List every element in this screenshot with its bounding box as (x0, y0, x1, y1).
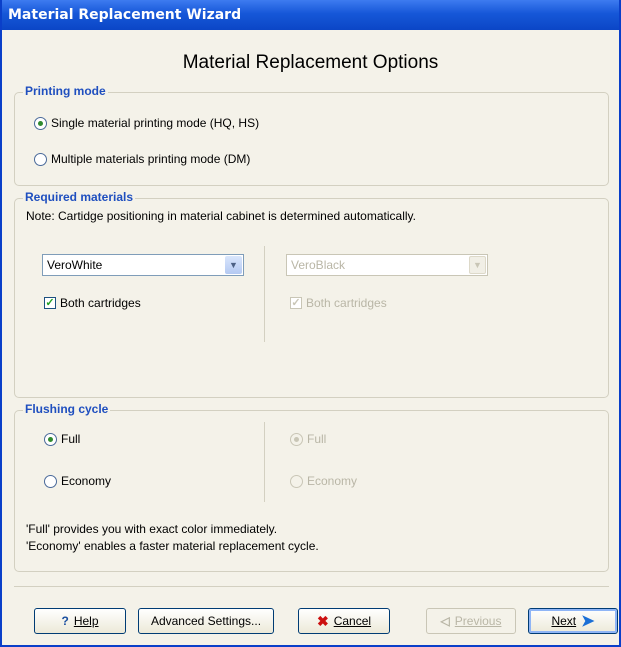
left-material-value: VeroWhite (47, 258, 103, 272)
printing-mode-group: Printing mode (14, 84, 609, 186)
cancel-button[interactable]: ✖ Cancel (298, 608, 390, 634)
right-full-radio: Full (290, 432, 326, 446)
previous-label: Previous (454, 614, 502, 628)
right-material-dropdown: VeroBlack ▼ (286, 254, 488, 276)
flushing-info-line-1: 'Full' provides you with exact color imm… (26, 522, 278, 536)
right-both-cartridges-checkbox: ✓ Both cartridges (290, 296, 387, 310)
left-material-dropdown[interactable]: VeroWhite ▼ (42, 254, 244, 276)
right-full-label: Full (307, 432, 327, 446)
economy-radio[interactable]: Economy (44, 474, 111, 488)
radio-selected-icon (44, 432, 57, 446)
radio-unselected-icon (44, 474, 57, 488)
help-label: Help (73, 614, 99, 628)
page-title: Material Replacement Options (182, 52, 439, 73)
left-both-cartridges-checkbox[interactable]: ✓ Both cartridges (44, 296, 141, 310)
right-arrow-icon: ➤ (581, 613, 595, 630)
red-x-icon: ✖ (316, 612, 329, 629)
right-economy-label: Economy (307, 474, 358, 488)
next-label: Next (551, 614, 577, 628)
chevron-down-icon: ▼ (469, 256, 486, 274)
checkmark-icon: ✓ (290, 297, 302, 309)
radio-selected-icon (290, 432, 303, 446)
cancel-label: Cancel (333, 614, 372, 628)
left-arrow-icon: ◁ (440, 614, 450, 628)
radio-selected-icon (34, 116, 47, 130)
radio-unselected-icon (290, 474, 303, 488)
materials-divider (264, 246, 265, 342)
advanced-settings-button[interactable]: Advanced Settings... (138, 608, 274, 634)
economy-label: Economy (61, 474, 112, 488)
help-button[interactable]: ? Help (34, 608, 126, 634)
radio-unselected-icon (34, 152, 47, 166)
previous-button: ◁ Previous (426, 608, 516, 634)
flushing-cycle-legend: Flushing cycle (23, 402, 111, 416)
question-mark-icon: ? (61, 614, 69, 628)
advanced-settings-label: Advanced Settings... (150, 614, 262, 628)
wizard-window: Material Replacement Wizard Material Rep… (0, 0, 621, 647)
flushing-divider (264, 422, 265, 502)
window-title: Material Replacement Wizard (8, 7, 242, 23)
right-material-value: VeroBlack (291, 258, 346, 272)
single-material-label: Single material printing mode (HQ, HS) (51, 116, 260, 130)
right-economy-radio: Economy (290, 474, 357, 488)
required-materials-legend: Required materials (23, 190, 136, 204)
full-radio[interactable]: Full (44, 432, 80, 446)
flushing-info-line-2: 'Economy' enables a faster material repl… (26, 539, 319, 553)
single-material-radio[interactable]: Single material printing mode (HQ, HS) (34, 116, 259, 130)
multiple-materials-label: Multiple materials printing mode (DM) (51, 152, 251, 166)
window-titlebar: Material Replacement Wizard (2, 0, 619, 30)
checkmark-icon: ✓ (44, 297, 56, 309)
cartridge-note: Note: Cartidge positioning in material c… (26, 209, 416, 223)
bottom-separator (14, 586, 609, 587)
full-label: Full (61, 432, 81, 446)
next-button[interactable]: Next ➤ (528, 608, 618, 634)
printing-mode-legend: Printing mode (23, 84, 108, 98)
right-both-cartridges-label: Both cartridges (306, 296, 387, 310)
multiple-materials-radio[interactable]: Multiple materials printing mode (DM) (34, 152, 250, 166)
left-both-cartridges-label: Both cartridges (60, 296, 141, 310)
chevron-down-icon[interactable]: ▼ (225, 256, 242, 274)
